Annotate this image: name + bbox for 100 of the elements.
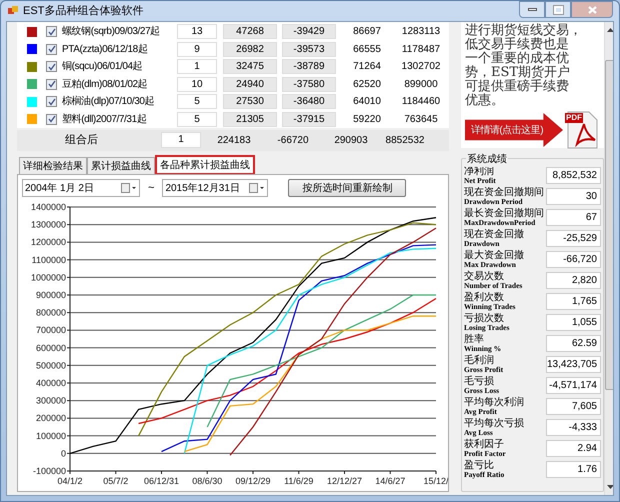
axis-label: -100000	[32, 466, 66, 476]
quantity-field[interactable]: 13	[177, 24, 217, 40]
axis-label: 08/6/30	[192, 476, 222, 486]
value-cell: -39429	[282, 24, 336, 40]
axis-label: 800000	[36, 308, 66, 318]
value-cell: 32475	[223, 59, 277, 74]
quantity-field[interactable]: 5	[177, 94, 217, 110]
value-field: 8,852,532	[546, 167, 601, 184]
details-button[interactable]: 详情请(点击这里)	[465, 113, 563, 147]
value-cell: 27530	[223, 94, 277, 110]
table-cell-text: 1178487	[400, 42, 442, 57]
value-cell: 21305	[223, 112, 277, 127]
axis-label: 04/1/2	[57, 476, 83, 486]
axis-label: 1300000	[30, 220, 66, 230]
table-cell-text: 64010	[352, 95, 382, 110]
value-field: 1,765	[546, 293, 601, 310]
value-field: 7,605	[546, 398, 601, 415]
value-field: 62.59	[546, 335, 601, 352]
tab[interactable]: 累计损益曲线	[87, 157, 155, 174]
value-cell: -36480	[282, 94, 336, 110]
axis-label: 400000	[36, 378, 66, 388]
axis-label: 12/12/27	[326, 476, 362, 486]
axis-label: 300000	[36, 396, 66, 406]
value-field: 1.76	[546, 461, 601, 478]
date-picker[interactable]: 2015年12月31日	[162, 179, 268, 197]
axis-label: 500000	[36, 360, 66, 370]
pdf-label: PDF	[565, 113, 583, 123]
value-cell: 24940	[223, 76, 277, 92]
axis-label: 1200000	[30, 237, 66, 248]
table-cell-text: 763645	[403, 112, 439, 127]
stat-label: 最大资金回撤	[464, 250, 525, 260]
table-cell-text: 1302702	[400, 60, 442, 74]
stat-label: 盈亏比	[464, 460, 495, 470]
table-cell-text: 62520	[352, 78, 382, 92]
stat-label: 平均每次利润	[464, 398, 525, 408]
axis-label: 700000	[36, 325, 66, 336]
axis-label: 05/7/2	[103, 476, 128, 486]
value-cell: -37580	[282, 76, 336, 92]
table-cell-text: 1283113	[400, 25, 442, 40]
value-cell: -38789	[282, 59, 336, 74]
quantity-field[interactable]: 1	[161, 132, 201, 148]
axis-label: 1000000	[30, 272, 66, 282]
stat-label: 获利因子	[464, 440, 505, 450]
stat-label: 毛利润	[464, 356, 495, 366]
axis-label: 1100000	[32, 254, 66, 265]
axis-label: 1400000	[30, 202, 66, 212]
stat-label: 亏损次数	[464, 314, 505, 324]
stat-label: 交易次数	[464, 272, 505, 282]
table-cell-text: 71264	[352, 60, 382, 74]
table-cell-text: 224183	[216, 134, 252, 148]
axis-label: 100000	[36, 430, 66, 441]
range-separator: ~	[148, 180, 154, 196]
value-field: 13,423,705	[546, 356, 601, 373]
axis-label: 900000	[36, 290, 66, 300]
item-name: PTA(zzta)06/12/18起	[62, 42, 148, 57]
item-name: 螺纹钢(sqrb)09/03/27起	[62, 24, 161, 40]
axis-label: 600000	[36, 342, 66, 353]
date-picker[interactable]: 2004年 1月 2日	[22, 179, 140, 197]
quantity-field[interactable]: 5	[177, 112, 217, 127]
axis-label: 14/6/27	[375, 476, 406, 486]
value-field: 2.94	[546, 440, 601, 457]
tab[interactable]: 各品种累计损益曲线	[155, 155, 255, 175]
item-name: 豆粕(dlm)08/01/02起	[62, 78, 148, 92]
item-name: 塑料(dll)2007/7/31起	[62, 112, 148, 127]
quantity-field[interactable]: 9	[177, 42, 217, 57]
axis-label: 200000	[36, 413, 66, 424]
table-cell-text: 8852532	[384, 134, 426, 148]
quantity-field[interactable]: 1	[177, 59, 217, 74]
stat-label: 现在资金回撤期间	[464, 188, 545, 198]
stat-label: 毛亏损	[464, 376, 495, 386]
stat-label: 胜率	[464, 334, 485, 344]
table-cell-text: 86697	[352, 25, 382, 40]
window-title: EST多品种组合体验软件	[23, 4, 144, 19]
redraw-button[interactable]: 按所选时间重新绘制	[288, 179, 406, 197]
value-field: -4,571,174	[546, 377, 601, 394]
item-name: 棕榈油(dlp)07/10/30起	[62, 94, 156, 110]
axis-label: 09/12/29	[235, 476, 271, 486]
stat-label: 平均每次亏损	[464, 418, 525, 428]
axis-label: 06/12/31	[144, 476, 180, 486]
table-cell-text: -66720	[276, 134, 310, 148]
quantity-field[interactable]: 10	[177, 76, 217, 92]
stat-label: 最长资金回撤期间	[464, 208, 545, 218]
table-cell-text: 59220	[352, 112, 382, 127]
table-cell-text: 66555	[352, 42, 382, 57]
stat-label: 盈利次数	[464, 292, 505, 302]
value-field: 67	[546, 209, 601, 226]
value-field: 1,055	[546, 314, 601, 331]
tab[interactable]: 详细检验结果	[19, 157, 87, 174]
total-label: 组合后	[64, 133, 99, 148]
value-field: 30	[546, 188, 601, 205]
value-cell: -37915	[282, 112, 336, 127]
table-cell-text: 899000	[403, 78, 439, 92]
value-cell: 47268	[223, 24, 277, 40]
table-cell-text: 1184460	[400, 95, 442, 110]
value-cell: -39573	[282, 42, 336, 57]
value-field: -4,333	[546, 419, 601, 436]
value-field: -66,720	[546, 251, 601, 268]
ad-text: 进行期货短线交易， 低交易手续费也是 一个重要的成本优 势，EST期货开户 可提供重磅手续费 优惠。	[465, 24, 583, 108]
group-title: 系统成绩	[466, 152, 508, 167]
value-field: 2,820	[546, 272, 601, 289]
